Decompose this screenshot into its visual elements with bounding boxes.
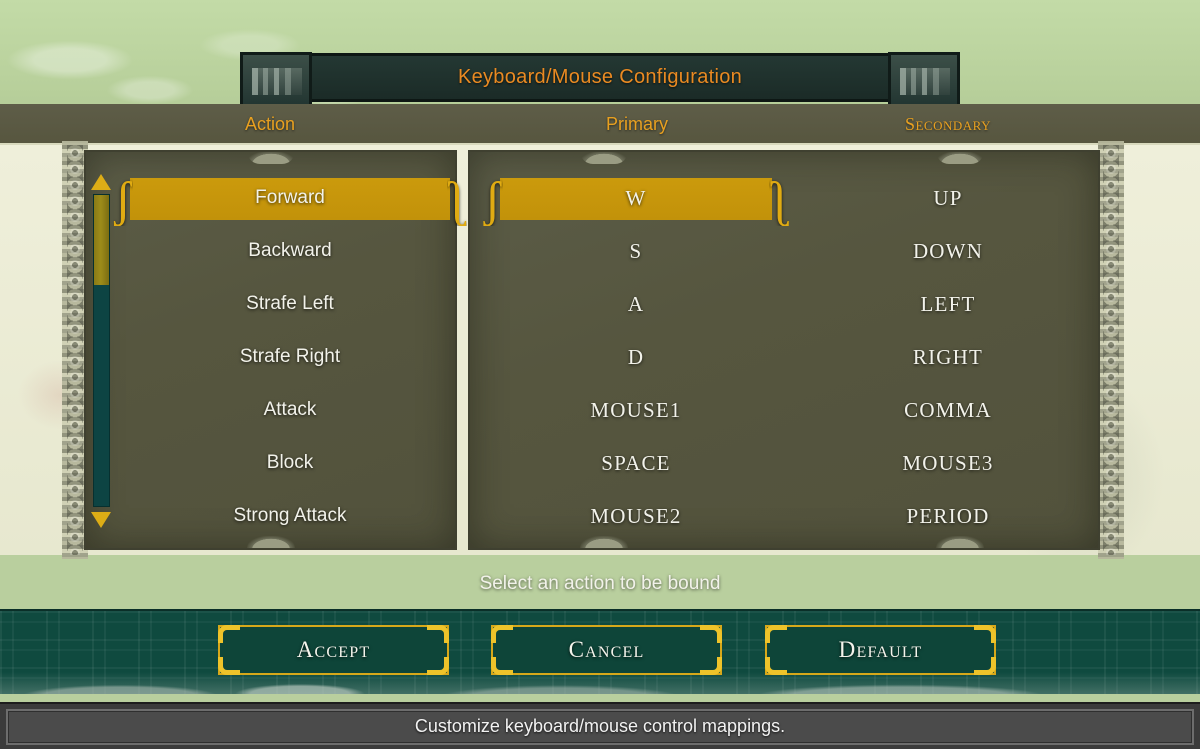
cell-action[interactable]: Strong Attack xyxy=(130,491,450,541)
cell-action-label: Forward xyxy=(255,187,325,208)
default-button[interactable]: Default xyxy=(765,625,996,675)
scrollbar-thumb[interactable] xyxy=(94,195,109,285)
binding-row[interactable]: Strafe Left A LEFT xyxy=(0,279,1200,329)
scrollbar-track[interactable] xyxy=(93,194,110,507)
cell-action-label: Block xyxy=(266,452,314,473)
column-header-primary: Primary xyxy=(606,114,668,134)
cell-secondary[interactable]: COMMA xyxy=(810,385,1086,435)
cell-secondary[interactable]: UP xyxy=(810,173,1086,223)
panel-bottom-cap-icon xyxy=(246,536,295,548)
binding-row[interactable]: Strafe Right D RIGHT xyxy=(0,332,1200,382)
cell-action-label: Attack xyxy=(263,399,317,420)
cell-primary[interactable]: D xyxy=(500,332,772,382)
cell-secondary-label: UP xyxy=(933,185,963,210)
cell-primary-label: D xyxy=(627,344,645,369)
window-title-bar: Keyboard/Mouse Configuration xyxy=(240,52,960,109)
highlight-left-ornament-icon: ʃ xyxy=(484,172,502,226)
hint-text: Select an action to be bound xyxy=(479,573,721,594)
scroll-down-arrow-icon[interactable] xyxy=(90,509,112,529)
list-scrollbar[interactable] xyxy=(90,172,112,529)
cell-primary[interactable]: MOUSE1 xyxy=(500,385,772,435)
title-right-ornament-icon xyxy=(888,52,960,109)
binding-row[interactable]: Strong Attack MOUSE2 PERIOD xyxy=(0,491,1200,541)
cell-primary-label: S xyxy=(629,238,643,263)
cell-secondary-label: COMMA xyxy=(904,397,992,422)
cell-secondary[interactable]: PERIOD xyxy=(810,491,1086,541)
binding-row[interactable]: Backward S DOWN xyxy=(0,226,1200,276)
cell-action-label: Backward xyxy=(248,240,332,261)
cell-secondary[interactable]: LEFT xyxy=(810,279,1086,329)
cell-primary[interactable]: ʃʃW xyxy=(484,172,788,226)
cell-primary-label: W xyxy=(625,185,647,210)
highlight-right-ornament-icon: ʃ xyxy=(770,172,788,226)
cell-primary-label: MOUSE1 xyxy=(590,397,682,422)
wave-ornament-icon xyxy=(0,672,1200,694)
cell-secondary-label: LEFT xyxy=(920,291,976,316)
column-header-strip: Action Primary Secondary xyxy=(0,104,1200,145)
panel-top-cap-icon xyxy=(936,152,984,164)
column-header-secondary: Secondary xyxy=(904,114,992,134)
cell-primary[interactable]: MOUSE2 xyxy=(500,491,772,541)
cell-primary-label: MOUSE2 xyxy=(590,503,682,528)
binding-row[interactable]: ʃ ʃ Forward ʃ ʃ W UP xyxy=(0,172,1200,226)
cell-secondary[interactable]: DOWN xyxy=(810,226,1086,276)
cell-primary-label: SPACE xyxy=(601,450,671,475)
accept-button-label: Accept xyxy=(296,637,371,662)
column-header-action: Action xyxy=(244,114,296,134)
panel-top-cap-icon xyxy=(246,152,295,164)
cell-secondary-label: MOUSE3 xyxy=(902,450,994,475)
cell-action[interactable]: Strafe Left xyxy=(130,279,450,329)
window-title: Keyboard/Mouse Configuration xyxy=(457,66,743,88)
status-bar-text: Customize keyboard/mouse control mapping… xyxy=(414,716,786,736)
cell-primary[interactable]: SPACE xyxy=(500,438,772,488)
cell-action[interactable]: ʃ ʃ Forward xyxy=(115,172,466,226)
cell-secondary[interactable]: MOUSE3 xyxy=(810,438,1086,488)
cell-secondary-label: RIGHT xyxy=(912,344,984,369)
cancel-button-label: Cancel xyxy=(568,637,645,662)
accept-button[interactable]: Accept xyxy=(218,625,449,675)
highlight-left-ornament-icon: ʃ xyxy=(114,172,132,226)
cell-action-label: Strafe Left xyxy=(246,293,334,314)
panel-bottom-cap-icon xyxy=(936,536,984,548)
panel-top-cap-icon xyxy=(580,152,628,164)
cell-secondary-label: PERIOD xyxy=(906,503,990,528)
cell-secondary-label: DOWN xyxy=(912,238,984,263)
title-left-ornament-icon xyxy=(240,52,312,109)
default-button-label: Default xyxy=(838,637,923,662)
cell-primary-label: A xyxy=(627,291,645,316)
status-bar: Customize keyboard/mouse control mapping… xyxy=(0,702,1200,749)
highlight-right-ornament-icon: ʃ xyxy=(448,172,466,226)
scroll-up-arrow-icon[interactable] xyxy=(90,172,112,192)
cell-secondary[interactable]: RIGHT xyxy=(810,332,1086,382)
cell-action[interactable]: Backward xyxy=(130,226,450,276)
binding-row[interactable]: Attack MOUSE1 COMMA xyxy=(0,385,1200,435)
binding-row[interactable]: Block SPACE MOUSE3 xyxy=(0,438,1200,488)
cell-action-label: Strafe Right xyxy=(239,346,341,367)
cell-action[interactable]: Block xyxy=(130,438,450,488)
cell-primary[interactable]: A xyxy=(500,279,772,329)
cell-primary[interactable]: S xyxy=(500,226,772,276)
panel-bottom-cap-icon xyxy=(580,536,628,548)
cell-action[interactable]: Strafe Right xyxy=(130,332,450,382)
cancel-button[interactable]: Cancel xyxy=(491,625,722,675)
cell-action-label: Strong Attack xyxy=(233,505,347,526)
cell-action[interactable]: Attack xyxy=(130,385,450,435)
